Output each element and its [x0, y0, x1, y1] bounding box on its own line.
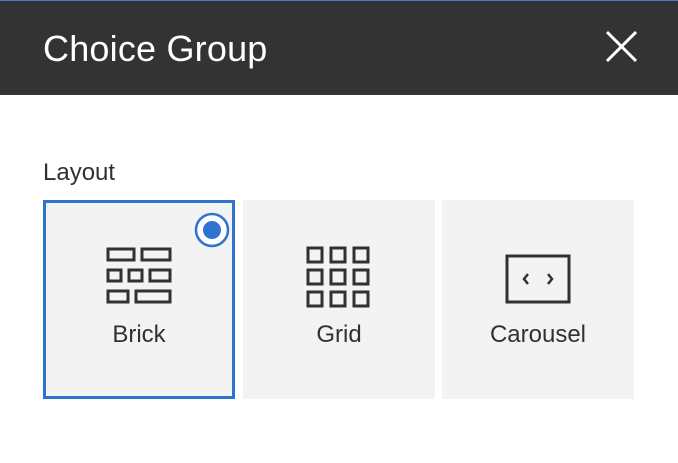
close-icon [605, 30, 638, 63]
choice-option-label: Brick [112, 321, 166, 348]
layout-label: Layout [43, 159, 116, 186]
choice-option-grid[interactable]: Grid [243, 200, 435, 399]
choice-option-label: Carousel [489, 321, 587, 348]
brick-layout-icon [106, 247, 172, 304]
panel-header: Choice Group [0, 0, 678, 95]
choice-option-carousel[interactable]: Carousel [442, 200, 634, 399]
panel-title: Choice Group [43, 28, 268, 69]
radio-selected-icon[interactable] [194, 212, 230, 248]
close-button[interactable] [600, 26, 644, 70]
choice-option-label: Grid [316, 321, 362, 348]
layout-choice-group: Brick Grid Carousel [43, 200, 635, 399]
carousel-layout-icon [505, 254, 571, 304]
choice-group-panel: Choice Group Layout Brick Grid Carousel [0, 0, 678, 463]
choice-option-brick[interactable]: Brick [43, 200, 235, 399]
grid-layout-icon [306, 246, 370, 308]
